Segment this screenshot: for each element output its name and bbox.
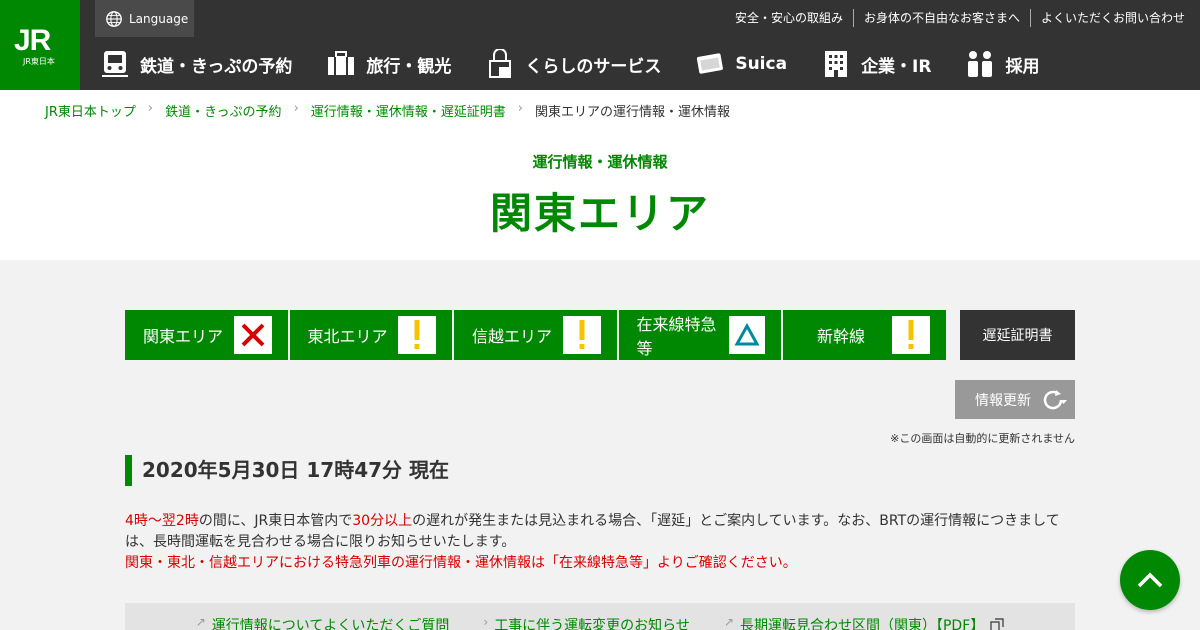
chevron-right-icon: › [517, 101, 523, 116]
nav-label: 採用 [1005, 56, 1040, 77]
link-label: 長期運転見合わせ区間（関東）【PDF】 [739, 618, 985, 630]
card-icon [697, 53, 724, 74]
chevron-right-icon: › [147, 101, 154, 116]
nav-label: くらしのサービス [525, 56, 662, 77]
breadcrumb: JR東日本トップ › 鉄道・きっぷの予約 › 運行情報・運休情報・遅延証明書 ›… [45, 101, 730, 120]
logo-mark: JR [14, 24, 51, 57]
shopping-bag-icon [489, 49, 512, 78]
page-title: 関東エリア [489, 189, 710, 238]
chevron-right-icon: › [483, 615, 489, 629]
delay-certificate-button[interactable]: 遅延証明書 [960, 310, 1075, 360]
nav-item-corporate[interactable]: 企業・IR [821, 44, 931, 84]
tab-shinetsu[interactable]: 信越エリア [454, 310, 617, 360]
link-label: 工事に伴う運転変更のお知らせ [494, 618, 690, 630]
current-datetime: 2020年5月30日 17時47分 現在 [125, 455, 449, 486]
page-top-button[interactable] [1120, 550, 1180, 610]
external-link-icon: ↗ [195, 615, 206, 629]
logo-text: JR東日本 [23, 57, 55, 66]
breadcrumb-item[interactable]: 鉄道・きっぷの予約 [165, 101, 281, 120]
refresh-icon [1043, 389, 1067, 409]
nav-item-lifestyle[interactable]: くらしのサービス [485, 44, 661, 84]
jr-east-logo[interactable]: JR JR東日本 [0, 0, 80, 90]
link-label: 運行情報についてよくいただくご質問 [211, 618, 450, 630]
link-faq[interactable]: ↗ 運行情報についてよくいただくご質問 [196, 615, 450, 630]
suspended-x-icon [233, 316, 272, 354]
tab-label: 新幹線 [817, 327, 866, 346]
tab-label: 在来線特急等 [636, 315, 717, 358]
refresh-button[interactable]: 情報更新 [955, 380, 1075, 419]
warning-exclamation-icon [891, 316, 930, 354]
nav-label: 旅行・観光 [366, 56, 452, 77]
tab-label: 関東エリア [143, 327, 224, 346]
link-long-term-suspension-pdf[interactable]: ↗ 長期運転見合わせ区間（関東）【PDF】 [724, 615, 1004, 630]
breadcrumb-item[interactable]: 運行情報・運休情報・遅延証明書 [311, 101, 506, 120]
tab-label: 東北エリア [307, 327, 388, 346]
refresh-label: 情報更新 [975, 392, 1031, 409]
page-subtitle: 運行情報・運休情報 [532, 153, 668, 171]
train-icon [102, 51, 128, 77]
tab-limited-express[interactable]: 在来線特急等 [618, 310, 781, 360]
breadcrumb-current: 関東エリアの運行情報・運休情報 [534, 105, 730, 120]
notice-time-range: 4時～翌2時 [125, 513, 199, 529]
nav-label: 鉄道・きっぷの予約 [140, 56, 293, 77]
nav-label: Suica [735, 54, 788, 74]
util-link-accessibility[interactable]: お身体の不自由なお客さまへ [852, 9, 1030, 27]
related-links: ↗ 運行情報についてよくいただくご質問 › 工事に伴う運転変更のお知らせ ↗ 長… [125, 603, 1075, 630]
chevron-up-icon [1137, 572, 1163, 588]
tab-tohoku[interactable]: 東北エリア [289, 310, 452, 360]
main-nav: 鉄道・きっぷの予約 旅行・観光 くらしのサービス Suica 企業・IR 採用 [100, 44, 1073, 84]
tab-shinkansen[interactable]: 新幹線 [783, 310, 946, 360]
notice-limited-express: 関東・東北・信越エリアにおける特急列車の運行情報・運休情報は「在来線特急等」より… [125, 555, 797, 571]
site-header: JR JR東日本 Language 安全・安心の取組み お身体の不自由なお客さま… [0, 0, 1200, 90]
notice-delay-threshold: 30分以上 [352, 513, 413, 529]
nav-item-suica[interactable]: Suica [695, 44, 787, 84]
nav-item-travel[interactable]: 旅行・観光 [326, 44, 451, 84]
building-icon [825, 51, 848, 77]
notice-part1: の間に、JR東日本管内で [198, 513, 353, 529]
util-link-faq[interactable]: よくいただくお問い合わせ [1029, 9, 1185, 27]
people-icon [968, 51, 993, 77]
area-tabs: 関東エリア 東北エリア 信越エリア 在来線特急等 新幹線 [125, 310, 946, 360]
utility-links: 安全・安心の取組み お身体の不自由なお客さまへ よくいただくお問い合わせ [725, 9, 1185, 27]
new-window-icon [990, 618, 1004, 630]
language-label: Language [129, 11, 189, 26]
breadcrumb-item[interactable]: JR東日本トップ [45, 101, 136, 120]
notice-text: 4時～翌2時の間に、JR東日本管内で30分以上の遅れが発生または見込まれる場合、… [125, 511, 1075, 574]
external-link-icon: ↗ [723, 615, 734, 629]
link-construction-changes[interactable]: › 工事に伴う運転変更のお知らせ [483, 615, 690, 630]
language-button[interactable]: Language [95, 0, 194, 37]
refresh-note: ※この画面は自動的に更新されません [890, 432, 1075, 445]
tab-kanto[interactable]: 関東エリア [125, 310, 288, 360]
nav-item-railway[interactable]: 鉄道・きっぷの予約 [100, 44, 292, 84]
util-link-safety[interactable]: 安全・安心の取組み [725, 9, 853, 27]
warning-exclamation-icon [562, 316, 601, 354]
nav-item-careers[interactable]: 採用 [965, 44, 1039, 84]
tab-label: 信越エリア [472, 327, 553, 346]
chevron-right-icon: › [293, 101, 299, 116]
nav-label: 企業・IR [861, 56, 932, 77]
triangle-status-icon [728, 316, 765, 354]
warning-exclamation-icon [398, 316, 436, 354]
suitcase-icon [328, 51, 355, 75]
globe-icon [106, 10, 122, 27]
